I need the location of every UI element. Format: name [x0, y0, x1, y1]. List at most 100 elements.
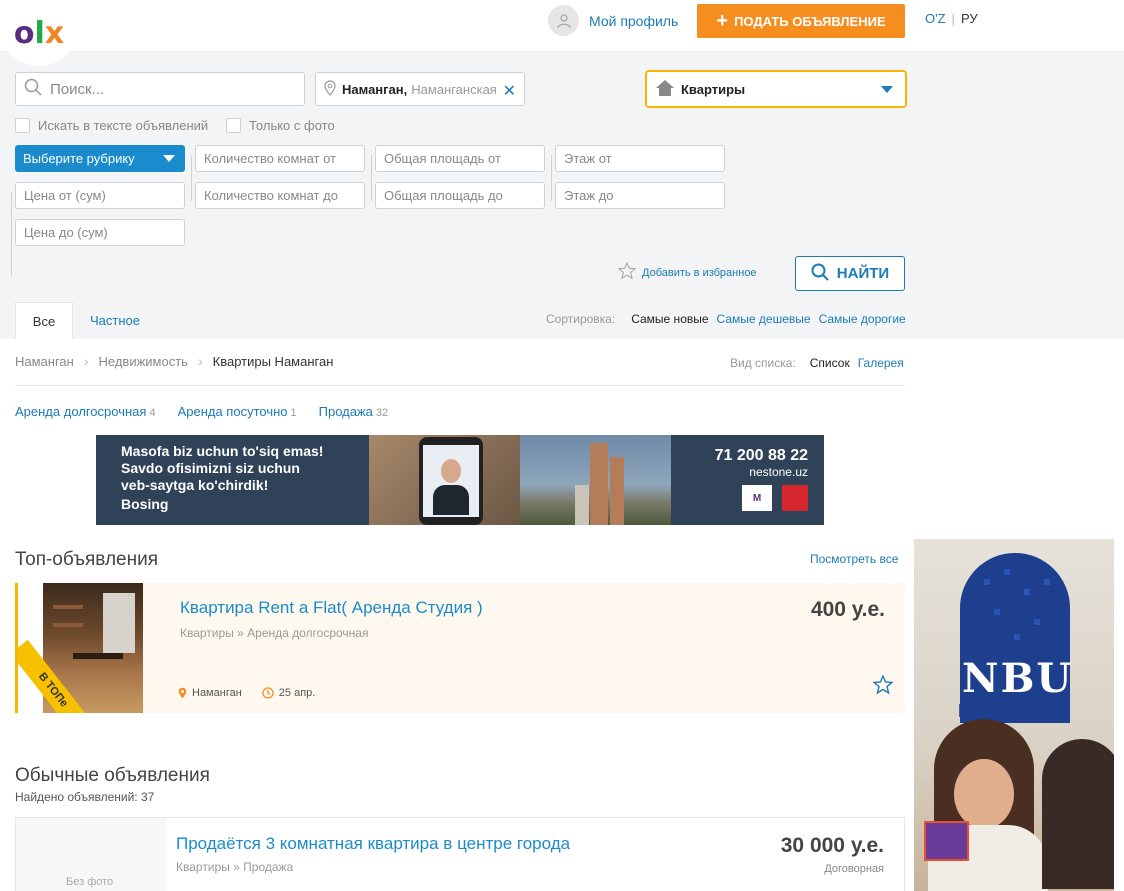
- listing-title[interactable]: Квартира Rent a Flat( Аренда Студия ): [180, 598, 483, 618]
- price-bracket: [11, 192, 12, 276]
- clear-location-icon[interactable]: ✕: [503, 81, 516, 101]
- subcat-label[interactable]: Аренда долгосрочная: [15, 404, 146, 419]
- person-face: [441, 459, 461, 483]
- listing-photo[interactable]: В ТОПе: [18, 583, 143, 713]
- tab-private[interactable]: Частное: [90, 302, 140, 339]
- sort-expensive[interactable]: Самые дорогие: [819, 312, 906, 326]
- logo-letter-l: l: [34, 15, 45, 51]
- rubric-select[interactable]: Выберите рубрику: [15, 145, 185, 172]
- category-value: Квартиры: [681, 81, 746, 97]
- search-placeholder: Поиск...: [50, 80, 105, 98]
- checkbox-box[interactable]: [226, 118, 241, 133]
- shelf-shape: [53, 605, 83, 609]
- no-photo-label: Без фото: [66, 876, 114, 888]
- listing-card-top[interactable]: В ТОПе Квартира Rent a Flat( Аренда Студ…: [15, 583, 905, 713]
- banner-site: nestone.uz: [749, 465, 808, 479]
- floor-from-input[interactable]: Этаж от: [555, 145, 725, 172]
- category-select[interactable]: Квартиры: [645, 70, 907, 108]
- person-face: [954, 759, 1014, 829]
- area-to-input[interactable]: Общая площадь до: [375, 182, 545, 209]
- see-all-link[interactable]: Посмотреть все: [810, 552, 898, 566]
- logo-letter-x: x: [44, 15, 65, 51]
- price-negotiable: Договорная: [824, 863, 884, 875]
- pixel-decoration: [1024, 589, 1030, 595]
- post-ad-button[interactable]: + ПОДАТЬ ОБЪЯВЛЕНИЕ: [697, 4, 905, 38]
- add-favorites-link[interactable]: Добавить в избранное: [617, 261, 757, 283]
- listing-date: 25 апр.: [262, 687, 316, 699]
- star-icon: [617, 261, 637, 283]
- view-gallery[interactable]: Галерея: [858, 356, 904, 370]
- listing-category: Квартиры » Продажа: [176, 860, 294, 874]
- price-to-input[interactable]: Цена до (сум): [15, 219, 185, 246]
- user-icon: [548, 5, 579, 36]
- search-in-text-label: Искать в тексте объявлений: [38, 118, 209, 133]
- find-button[interactable]: НАЙТИ: [795, 256, 905, 291]
- side-ad-banner[interactable]: NBU MILLIY: [914, 539, 1114, 891]
- price-from-input[interactable]: Цена от (сум): [15, 182, 185, 209]
- pixel-decoration: [1034, 619, 1040, 625]
- location-pin-icon: [178, 687, 187, 699]
- chevron-down-icon: [163, 155, 175, 162]
- listing-meta: Наманган 25 апр.: [178, 687, 315, 699]
- house-icon: [655, 79, 675, 100]
- find-label: НАЙТИ: [836, 265, 890, 282]
- area-from-input[interactable]: Общая площадь от: [375, 145, 545, 172]
- person-body: [433, 485, 469, 515]
- location-input[interactable]: Наманган, Наманганская ✕: [315, 72, 525, 106]
- breadcrumb-item-realty[interactable]: Недвижимость: [99, 354, 188, 369]
- sort-newest[interactable]: Самые новые: [631, 312, 708, 326]
- subcat-daily-rent[interactable]: Аренда посуточно 1: [178, 404, 297, 419]
- rooms-from-input[interactable]: Количество комнат от: [195, 145, 365, 172]
- floor-to-input[interactable]: Этаж до: [555, 182, 725, 209]
- breadcrumb-item-city[interactable]: Наманган: [15, 354, 74, 369]
- listing-location: Наманган: [178, 687, 242, 699]
- sort-cheapest[interactable]: Самые дешевые: [717, 312, 811, 326]
- lang-ru[interactable]: РУ: [961, 11, 978, 26]
- window-shape: [103, 593, 135, 653]
- subcat-label[interactable]: Продажа: [319, 404, 373, 419]
- photo-only-checkbox[interactable]: Только с фото: [226, 118, 335, 133]
- lang-uz[interactable]: O'Z: [925, 11, 946, 26]
- search-icon: [24, 78, 42, 100]
- pixel-decoration: [1004, 569, 1010, 575]
- sort-label: Сортировка:: [546, 312, 616, 326]
- banner-line: Savdo ofisimizni siz uchun: [121, 460, 300, 476]
- brand-logo-m: M: [742, 485, 772, 511]
- listing-photo-placeholder[interactable]: Без фото: [16, 818, 166, 891]
- breadcrumb: Наманган › Недвижимость › Квартиры Наман…: [15, 353, 333, 369]
- view-list[interactable]: Список: [810, 356, 850, 370]
- subcat-label[interactable]: Аренда посуточно: [178, 404, 288, 419]
- lang-separator: |: [951, 11, 955, 26]
- rooms-to-input[interactable]: Количество комнат до: [195, 182, 365, 209]
- subcat-long-rent[interactable]: Аренда долгосрочная 4: [15, 404, 156, 419]
- pixel-decoration: [1044, 579, 1050, 585]
- search-in-text-checkbox[interactable]: Искать в тексте объявлений: [15, 118, 208, 133]
- filter-panel: Поиск... Наманган, Наманганская ✕ Кварти…: [0, 52, 1124, 339]
- favorite-star-icon[interactable]: [872, 674, 894, 698]
- olx-logo[interactable]: o l x: [2, 0, 76, 66]
- breadcrumb-item-current: Квартиры Наманган: [212, 353, 334, 369]
- found-count: Найдено объявлений: 37: [15, 790, 155, 804]
- profile-link[interactable]: Мой профиль: [548, 5, 678, 36]
- checkbox-box[interactable]: [15, 118, 30, 133]
- banner-line: Bosing: [121, 496, 169, 512]
- listing-date-text: 25 апр.: [278, 687, 316, 699]
- tab-all[interactable]: Все: [15, 302, 73, 339]
- listing-card[interactable]: Без фото Продаётся 3 комнатная квартира …: [15, 817, 905, 891]
- milliy-text: MILLIY: [958, 701, 1047, 721]
- plus-icon: +: [716, 10, 729, 32]
- top-listings-heading: Топ-объявления: [15, 549, 158, 570]
- subcat-count: 4: [149, 407, 156, 419]
- search-input[interactable]: Поиск...: [15, 72, 305, 106]
- subcat-sale[interactable]: Продажа 32: [319, 404, 389, 419]
- subcategory-links: Аренда долгосрочная 4 Аренда посуточно 1 П…: [15, 404, 388, 419]
- listing-title[interactable]: Продаётся 3 комнатная квартира в центре …: [176, 834, 570, 854]
- floor-bracket: [551, 155, 552, 201]
- banner-phone-image: [369, 435, 520, 525]
- ad-banner[interactable]: Masofa biz uchun to'siq emas! Savdo ofis…: [96, 435, 824, 525]
- search-icon: [811, 263, 829, 285]
- building-shape: [610, 457, 624, 525]
- banner-building-image: [520, 435, 671, 525]
- gift-box: [924, 821, 969, 861]
- normal-listings-heading: Обычные объявления: [15, 765, 210, 786]
